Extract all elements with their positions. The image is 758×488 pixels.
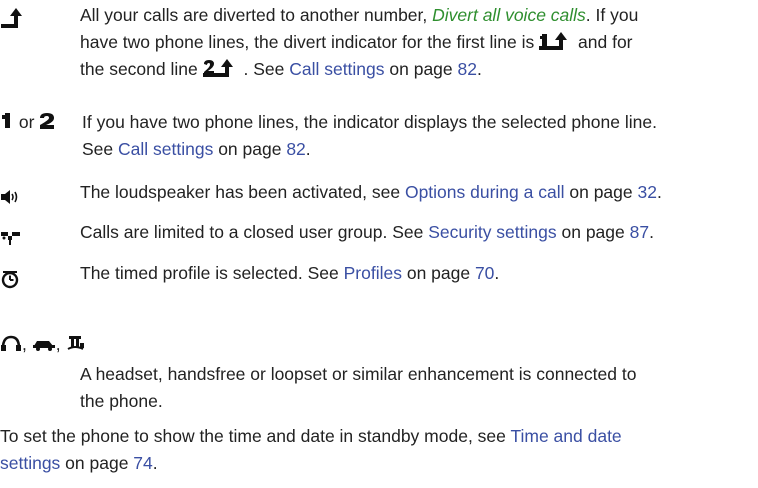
text: . See <box>243 59 290 79</box>
page-32-link[interactable]: 32 <box>637 182 656 202</box>
text: To set the phone to show the time and da… <box>0 426 511 446</box>
text: have two phone lines, the divert indicat… <box>80 32 540 52</box>
text: on page <box>564 182 638 202</box>
page-82-link[interactable]: 82 <box>458 59 477 79</box>
text: If you have two phone lines, the indicat… <box>82 112 657 132</box>
text: . <box>305 139 311 159</box>
text: Calls are limited to a closed user group… <box>80 222 429 242</box>
text: The timed profile is selected. See <box>80 263 344 283</box>
divert-all-calls-link[interactable]: Divert all voice calls <box>432 5 586 25</box>
text: on page <box>384 59 458 79</box>
call-settings-link[interactable]: Call settings <box>289 59 384 79</box>
loudspeaker-icon <box>1 190 18 205</box>
document-page: All your calls are diverted to another n… <box>0 0 758 488</box>
closed-user-group-text: Calls are limited to a closed user group… <box>80 219 750 246</box>
text: on page <box>401 263 475 283</box>
closed-user-group-icon <box>1 232 20 246</box>
line-1-icon <box>2 113 10 128</box>
separator: , <box>55 334 61 354</box>
phone-line-text: If you have two phone lines, the indicat… <box>82 109 752 163</box>
divert-line1-icon <box>539 32 568 50</box>
line-2-icon <box>40 113 55 129</box>
profiles-link[interactable]: Profiles <box>344 263 402 283</box>
text: . <box>476 59 482 79</box>
text: . <box>152 453 158 473</box>
text: the phone. <box>80 391 163 411</box>
enhancement-icons: , , <box>0 331 86 358</box>
separator: , <box>22 334 27 354</box>
call-settings-link[interactable]: Call settings <box>118 139 213 159</box>
text: . <box>649 222 654 242</box>
page-87-link[interactable]: 87 <box>630 222 649 242</box>
time-and-date-settings-link-cont[interactable]: settings <box>0 453 60 473</box>
enhancement-text: A headset, handsfree or loopset or simil… <box>80 361 750 415</box>
handsfree-car-icon <box>32 341 55 351</box>
text: on page <box>213 139 287 159</box>
page-82-link[interactable]: 82 <box>286 139 305 159</box>
timed-profile-text: The timed profile is selected. See Profi… <box>80 260 750 287</box>
text: All your calls are diverted to another n… <box>80 5 433 25</box>
headset-icon <box>1 335 21 351</box>
text: . <box>494 263 500 283</box>
text: A headset, handsfree or loopset or simil… <box>80 364 637 384</box>
text: the second line <box>80 59 203 79</box>
time-and-date-settings-link[interactable]: Time and date <box>510 426 621 446</box>
divert-line2-icon <box>202 59 233 77</box>
text: . If you <box>585 5 639 25</box>
text: . <box>656 182 662 202</box>
loudspeaker-text: The loudspeaker has been activated, see … <box>80 179 750 206</box>
divert-text: All your calls are diverted to another n… <box>80 2 750 83</box>
timed-profile-icon <box>1 271 19 289</box>
text: on page <box>556 222 630 242</box>
loopset-icon <box>67 336 84 350</box>
page-74-link[interactable]: 74 <box>133 453 152 473</box>
security-settings-link[interactable]: Security settings <box>428 222 556 242</box>
text: and for <box>578 32 633 52</box>
options-during-call-link[interactable]: Options during a call <box>405 182 565 202</box>
divert-icon <box>1 8 22 29</box>
text: See <box>82 139 118 159</box>
text: The loudspeaker has been activated, see <box>80 182 405 202</box>
or-text: or <box>18 112 35 132</box>
time-date-paragraph: To set the phone to show the time and da… <box>0 423 750 477</box>
text: on page <box>60 453 134 473</box>
page-70-link[interactable]: 70 <box>475 263 494 283</box>
